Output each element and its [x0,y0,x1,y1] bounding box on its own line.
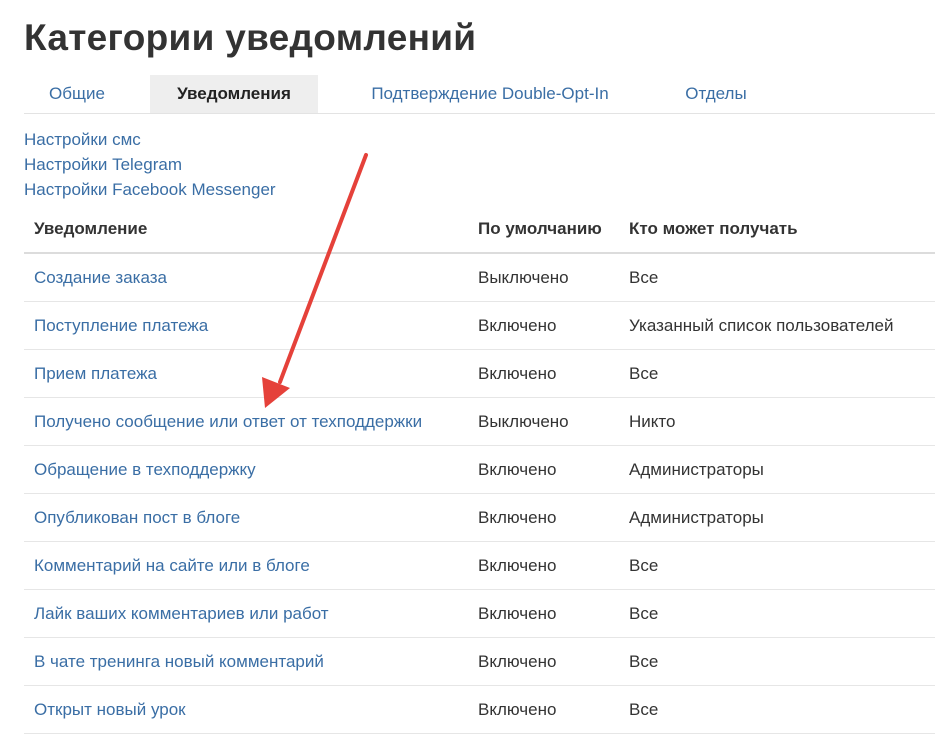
recipients-cell: Администраторы [619,445,935,494]
settings-links: Настройки смс Настройки Telegram Настрой… [24,127,276,202]
table-header-row: Уведомление По умолчанию Кто может получ… [24,206,935,254]
telegram-settings-link[interactable]: Настройки Telegram [24,152,276,177]
default-status-cell: Включено [468,349,619,398]
notification-link[interactable]: Создание заказа [34,268,167,287]
table-row: Открыт новый урок Включено Все [24,685,935,734]
notification-link[interactable]: Получено сообщение или ответ от техподде… [34,412,422,431]
notification-link[interactable]: Комментарий на сайте или в блоге [34,556,310,575]
table-row: Обращение в техподдержку Включено Админи… [24,445,935,494]
notification-name-cell: Обращение в техподдержку [24,445,468,494]
default-status-cell: Включено [468,541,619,590]
default-status-cell: Включено [468,301,619,350]
notification-link[interactable]: Открыт новый урок [34,700,186,719]
notification-name-cell: Открыт новый урок [24,685,468,734]
default-status-cell: Включено [468,493,619,542]
default-status-cell: Включено [468,445,619,494]
notification-link[interactable]: Поступление платежа [34,316,208,335]
notification-link[interactable]: Прием платежа [34,364,157,383]
table-row: Получено сообщение или ответ от техподде… [24,397,935,446]
recipients-cell: Все [619,685,935,734]
default-status-cell: Включено [468,637,619,686]
column-header-recipients: Кто может получать [619,206,935,254]
tab-double-opt-in[interactable]: Подтверждение Double-Opt-In [342,75,638,113]
facebook-messenger-settings-link[interactable]: Настройки Facebook Messenger [24,177,276,202]
recipients-cell: Все [619,253,935,302]
notification-name-cell: Опубликован пост в блоге [24,493,468,542]
notification-name-cell: Комментарий на сайте или в блоге [24,541,468,590]
default-status-cell: Выключено [468,253,619,302]
sms-settings-link[interactable]: Настройки смс [24,127,276,152]
notifications-table: Уведомление По умолчанию Кто может получ… [24,206,935,734]
page-title: Категории уведомлений [24,17,477,58]
recipients-cell: Администраторы [619,493,935,542]
notification-name-cell: Создание заказа [24,253,468,302]
table-row: Лайк ваших комментариев или работ Включе… [24,589,935,638]
recipients-cell: Все [619,589,935,638]
notification-name-cell: Поступление платежа [24,301,468,350]
notification-link[interactable]: Обращение в техподдержку [34,460,256,479]
notification-link[interactable]: Опубликован пост в блоге [34,508,240,527]
column-header-notification: Уведомление [24,206,468,254]
table-row: Опубликован пост в блоге Включено Админи… [24,493,935,542]
notification-name-cell: Получено сообщение или ответ от техподде… [24,397,468,446]
notification-name-cell: Лайк ваших комментариев или работ [24,589,468,638]
default-status-cell: Выключено [468,397,619,446]
table-row: Прием платежа Включено Все [24,349,935,398]
tab-bar: Общие Уведомления Подтверждение Double-O… [24,75,935,114]
default-status-cell: Включено [468,685,619,734]
recipients-cell: Все [619,541,935,590]
tab-departments[interactable]: Отделы [658,75,774,113]
default-status-cell: Включено [468,589,619,638]
recipients-cell: Все [619,349,935,398]
table-row: Комментарий на сайте или в блоге Включен… [24,541,935,590]
notification-link[interactable]: В чате тренинга новый комментарий [34,652,324,671]
table-row: Создание заказа Выключено Все [24,253,935,302]
table-row: В чате тренинга новый комментарий Включе… [24,637,935,686]
recipients-cell: Все [619,637,935,686]
tab-general[interactable]: Общие [24,75,130,113]
column-header-default: По умолчанию [468,206,619,254]
tab-notifications[interactable]: Уведомления [150,75,318,113]
table-row: Поступление платежа Включено Указанный с… [24,301,935,350]
recipients-cell: Указанный список пользователей [619,301,935,350]
recipients-cell: Никто [619,397,935,446]
notification-name-cell: Прием платежа [24,349,468,398]
notification-link[interactable]: Лайк ваших комментариев или работ [34,604,329,623]
notification-name-cell: В чате тренинга новый комментарий [24,637,468,686]
